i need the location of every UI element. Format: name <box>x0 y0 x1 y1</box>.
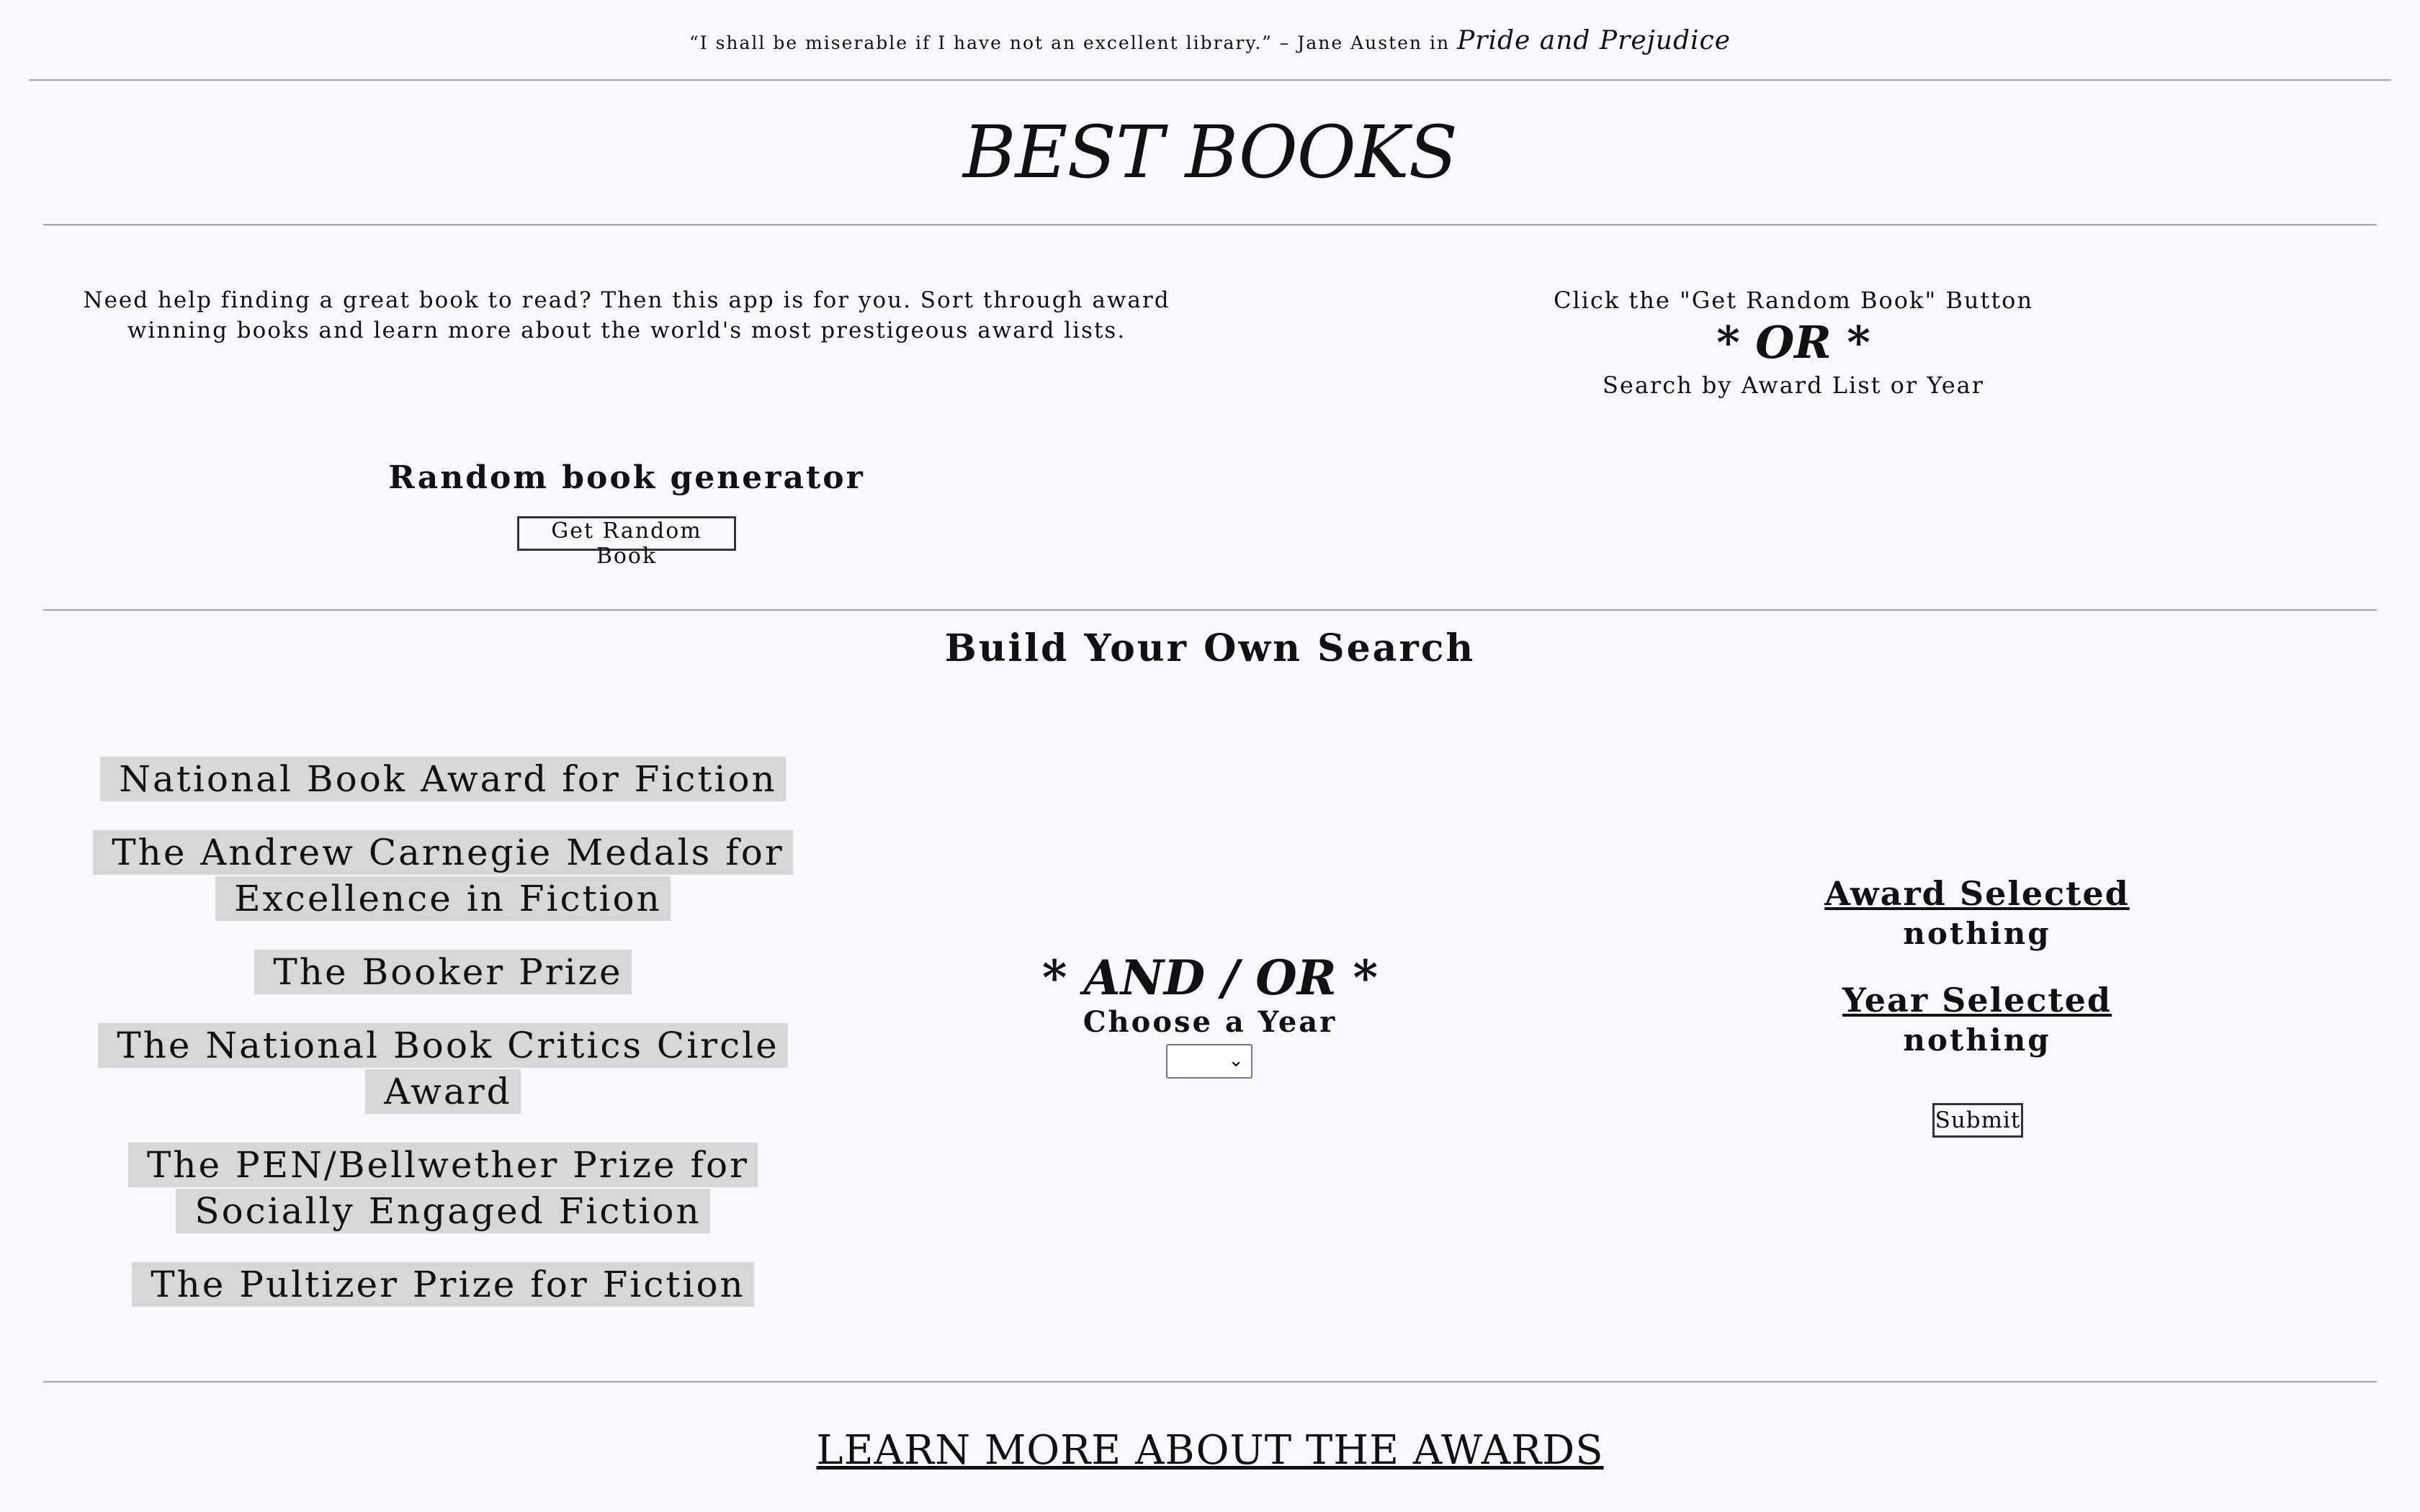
header-divider <box>29 79 2391 81</box>
build-search-heading: Build Your Own Search <box>944 626 1476 670</box>
instruction-search: Search by Award List or Year <box>1602 372 1985 399</box>
site-title: BEST BOOKS <box>963 110 1458 194</box>
random-book-heading: Random book generator <box>388 459 865 496</box>
search-divider <box>43 609 2377 611</box>
or-label: * OR * <box>1716 316 1870 369</box>
award-national-book-award[interactable]: National Book Award for Fiction <box>65 756 821 802</box>
and-or-label: * AND / OR * <box>1041 950 1379 1006</box>
year-selected-value: nothing <box>1903 1022 2051 1058</box>
get-random-book-button[interactable]: Get Random Book <box>517 516 736 569</box>
quote-text: “I shall be miserable if I have not an e… <box>689 32 1451 53</box>
award-list: National Book Award for Fiction The Andr… <box>65 756 821 1335</box>
award-selected-value: nothing <box>1903 916 2051 951</box>
award-pen-bellwether-prize[interactable]: The PEN/Bellwether Prize for Socially En… <box>65 1142 821 1234</box>
header-quote: “I shall be miserable if I have not an e… <box>0 26 2420 55</box>
award-pulitzer-prize[interactable]: The Pultizer Prize for Fiction <box>65 1261 821 1308</box>
award-selected-label: Award Selected <box>1824 874 2130 913</box>
year-select[interactable]: ⌄ <box>1166 1044 1252 1079</box>
choose-year-label: Choose a Year <box>1083 1005 1337 1039</box>
learn-more-link[interactable]: LEARN MORE ABOUT THE AWARDS <box>0 1427 2420 1474</box>
instruction-random: Click the "Get Random Book" Button <box>1553 287 2034 314</box>
quote-work-title: Pride and Prejudice <box>1457 26 1731 55</box>
award-booker-prize[interactable]: The Booker Prize <box>65 949 821 995</box>
title-divider <box>43 224 2377 226</box>
award-andrew-carnegie-medals[interactable]: The Andrew Carnegie Medals for Excellenc… <box>65 829 821 922</box>
chevron-down-icon: ⌄ <box>1228 1050 1244 1071</box>
award-national-book-critics-circle[interactable]: The National Book Critics Circle Award <box>65 1022 821 1115</box>
footer-divider <box>43 1381 2377 1383</box>
page: “I shall be miserable if I have not an e… <box>0 0 2420 1512</box>
year-selected-label: Year Selected <box>1842 981 2112 1020</box>
submit-button[interactable]: Submit <box>1932 1103 2023 1138</box>
intro-description: Need help finding a great book to read? … <box>83 287 1170 343</box>
